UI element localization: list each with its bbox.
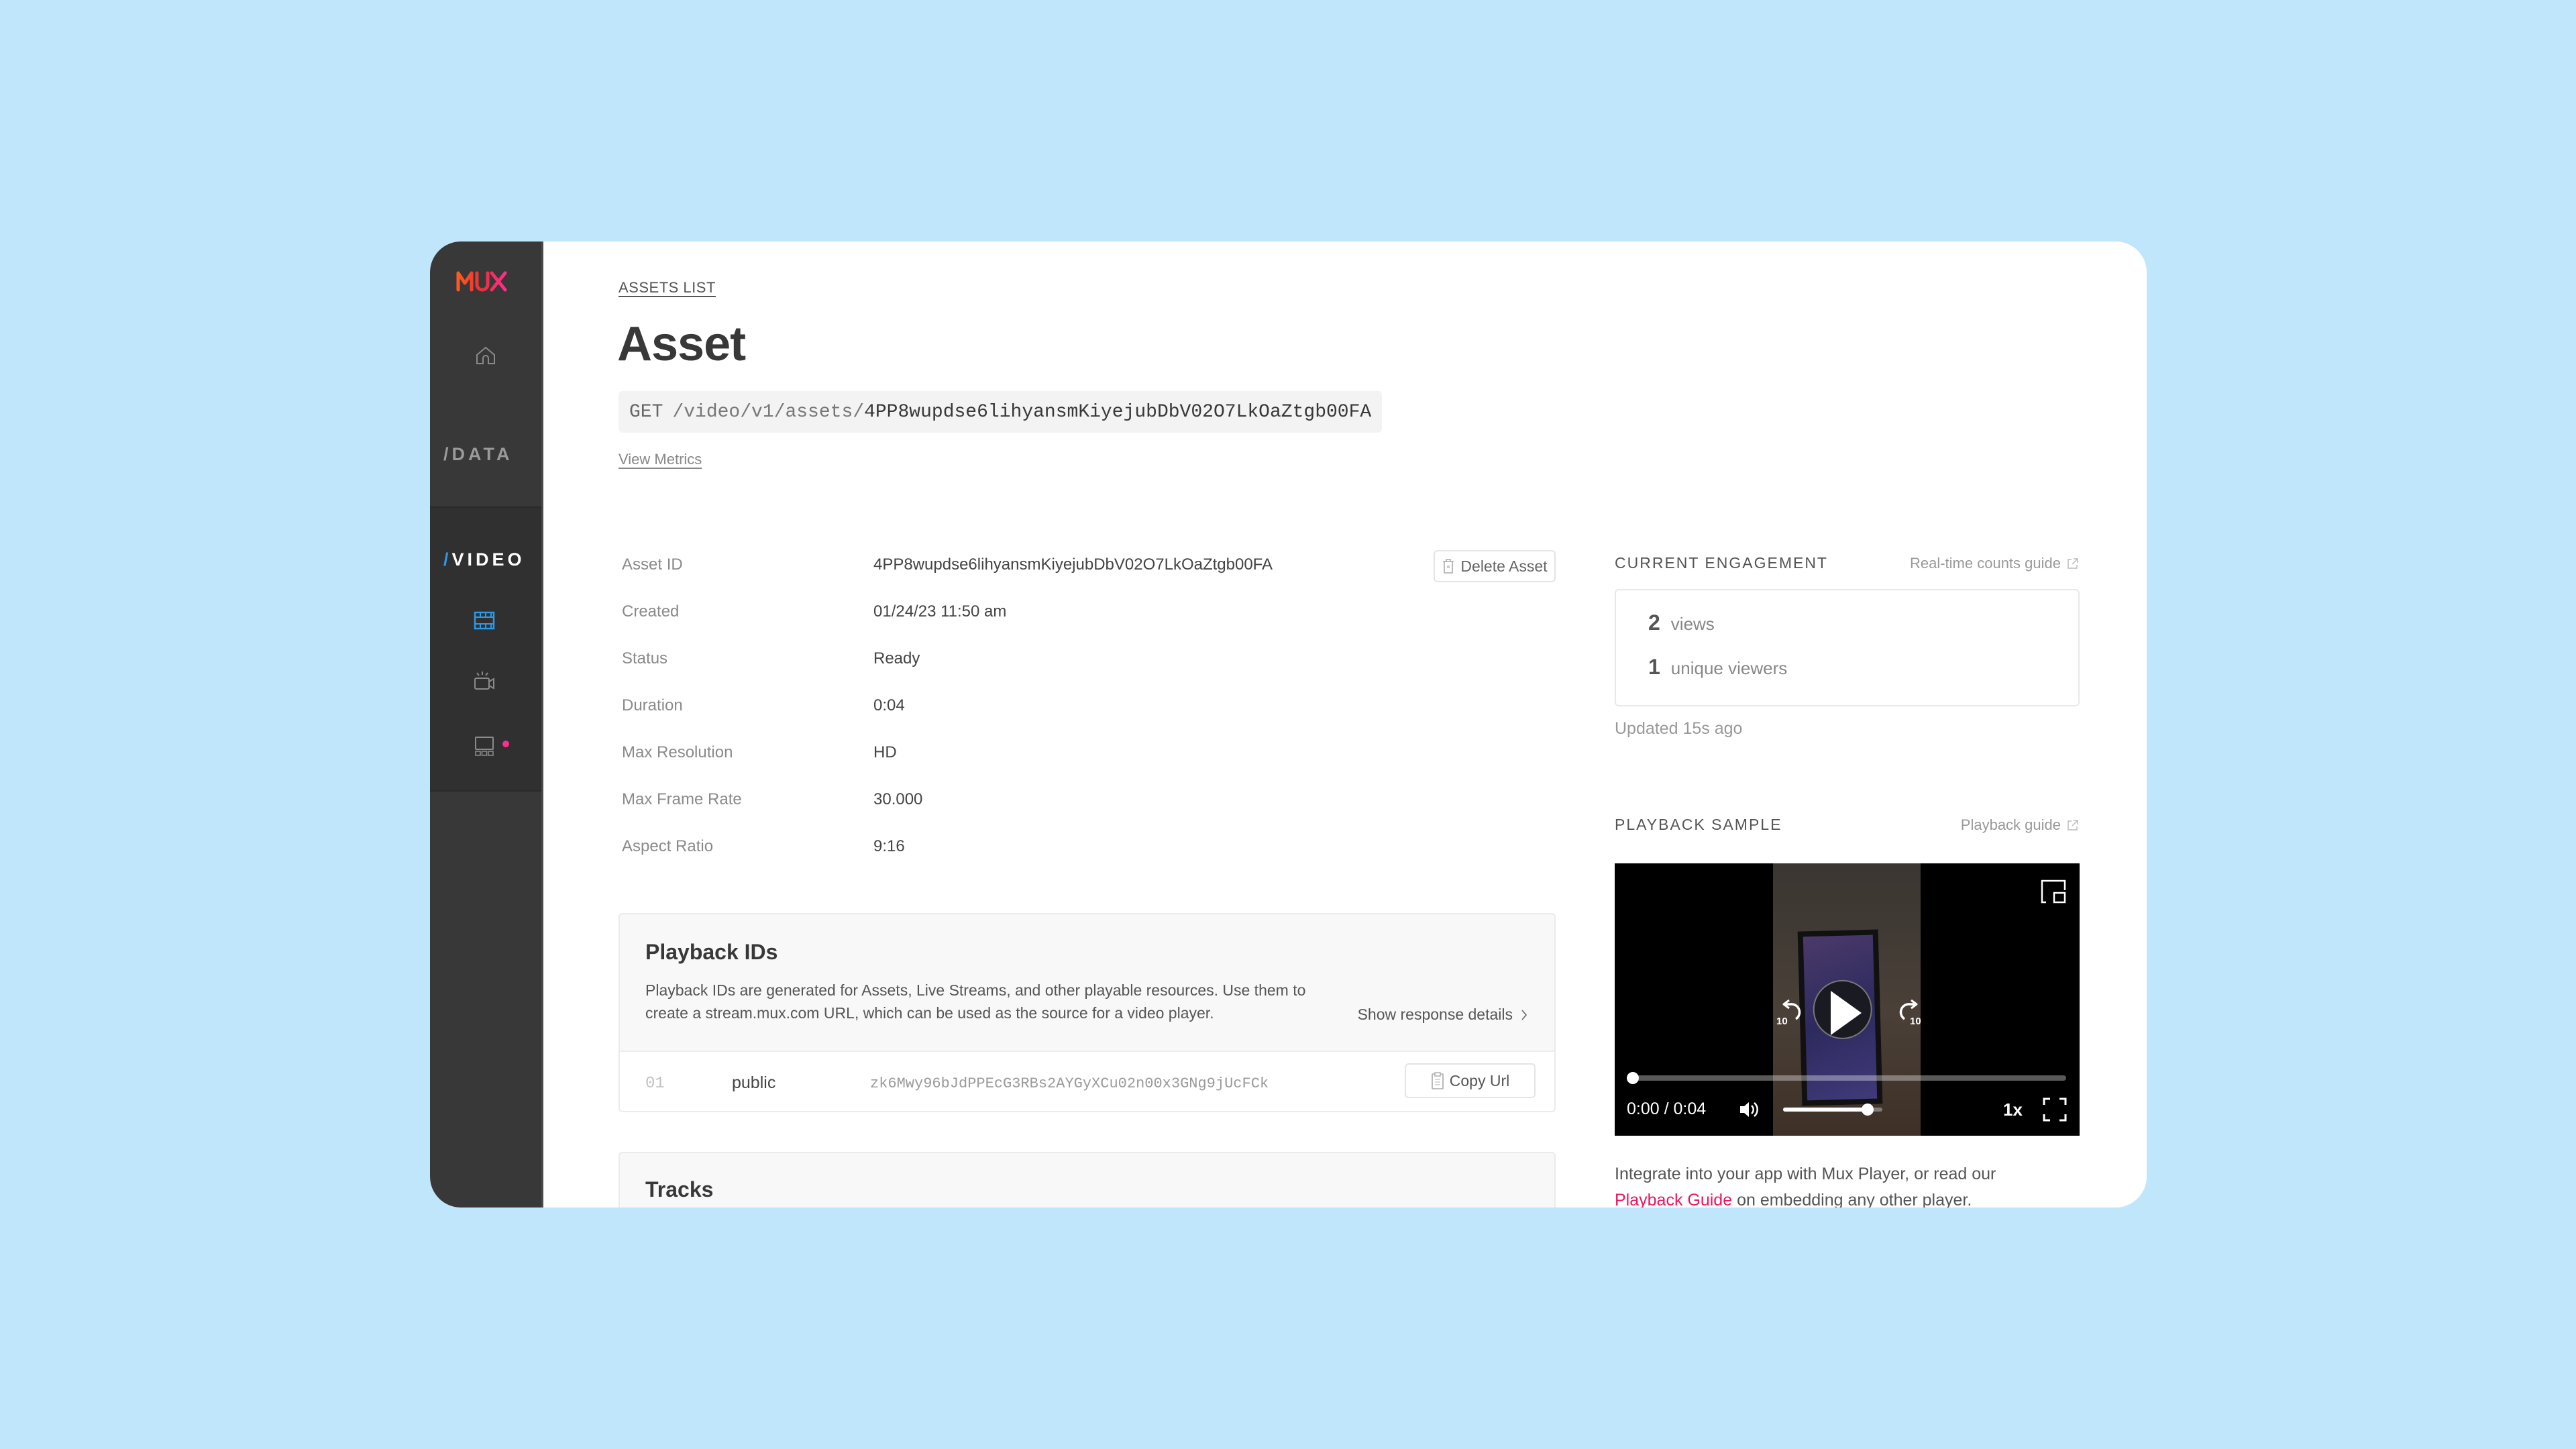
trash-icon	[1443, 559, 1454, 574]
playback-id-index: 01	[645, 1075, 665, 1093]
detail-value: 30.000	[873, 790, 923, 808]
svg-text:10: 10	[1776, 1016, 1788, 1027]
http-method: GET	[629, 401, 663, 423]
detail-label: Asset ID	[622, 555, 683, 574]
engagement-title: CURRENT ENGAGEMENT	[1615, 554, 1828, 572]
realtime-counts-guide-link[interactable]: Real-time counts guide	[1910, 555, 2080, 572]
seek-forward-icon[interactable]: 10	[1896, 995, 1925, 1030]
sidebar-section-video-label[interactable]: /VIDEO	[443, 549, 525, 570]
playback-rate-button[interactable]: 1x	[2003, 1099, 2023, 1120]
detail-row-created: Created 01/24/23 11:50 am	[622, 598, 1006, 625]
detail-label: Created	[622, 602, 680, 621]
api-endpoint: GET /video/v1/assets/ 4PP8wupdse6lihyans…	[619, 391, 1383, 433]
endpoint-path: /video/v1/assets/	[672, 401, 865, 423]
detail-row-status: Status Ready	[622, 645, 920, 672]
detail-value: HD	[873, 743, 897, 761]
playback-guide-link[interactable]: Playback guide	[1961, 816, 2080, 834]
view-metrics-link[interactable]: View Metrics	[619, 451, 702, 468]
detail-label: Status	[622, 649, 668, 667]
detail-label: Max Resolution	[622, 743, 733, 761]
film-icon[interactable]	[472, 608, 496, 633]
time-display: 0:00 / 0:04	[1627, 1099, 1707, 1118]
engagement-header: CURRENT ENGAGEMENT Real-time counts guid…	[1615, 554, 2080, 572]
detail-row-max-resolution: Max Resolution HD	[622, 739, 897, 766]
sidebar-section-video: /VIDEO	[430, 506, 541, 792]
views-stat: 2 views	[1648, 610, 1715, 635]
fullscreen-icon[interactable]	[2042, 1097, 2068, 1122]
detail-row-aspect-ratio: Aspect Ratio 9:16	[622, 833, 905, 860]
chevron-right-icon	[1521, 1009, 1527, 1020]
main-content: ASSETS LIST Asset GET /video/v1/assets/ …	[543, 241, 2147, 1208]
volume-icon[interactable]	[1737, 1097, 1762, 1122]
play-icon[interactable]	[1829, 989, 1863, 1036]
picture-in-picture-icon[interactable]	[2039, 878, 2068, 906]
volume-fill	[1783, 1108, 1868, 1112]
progress-bar[interactable]	[1627, 1072, 2066, 1084]
detail-label: Duration	[622, 696, 683, 714]
svg-text:10: 10	[1910, 1016, 1921, 1027]
delete-asset-button[interactable]: Delete Asset	[1434, 550, 1556, 582]
copy-url-button[interactable]: Copy Url	[1405, 1063, 1536, 1098]
detail-row-duration: Duration 0:04	[622, 692, 905, 719]
detail-label: Max Frame Rate	[622, 790, 742, 808]
seek-back-icon[interactable]: 10	[1776, 995, 1804, 1030]
playback-id-policy: public	[732, 1073, 776, 1092]
external-link-icon	[2068, 557, 2078, 569]
unique-viewers-count: 1	[1648, 655, 1660, 679]
unique-viewers-stat: 1 unique viewers	[1648, 655, 1787, 680]
playback-sample-header: PLAYBACK SAMPLE Playback guide	[1615, 816, 2080, 834]
detail-value: 01/24/23 11:50 am	[873, 602, 1007, 621]
views-count: 2	[1648, 610, 1660, 635]
mux-logo[interactable]	[455, 270, 508, 292]
show-response-details-link[interactable]: Show response details	[1358, 1006, 1527, 1024]
unique-viewers-label: unique viewers	[1670, 658, 1788, 678]
progress-thumb[interactable]	[1627, 1072, 1639, 1084]
views-label: views	[1670, 614, 1715, 634]
playback-ids-title: Playback IDs	[645, 940, 778, 964]
sidebar-section-data[interactable]: /DATA	[443, 444, 513, 465]
tracks-panel: Tracks	[619, 1152, 1556, 1208]
playback-id-value: zk6Mwy96bJdPPEcG3RBs2AYGyXCu02n00x3GNg9j…	[870, 1075, 1269, 1092]
notification-dot	[502, 741, 509, 747]
page-title: Asset	[617, 317, 746, 371]
playback-ids-description: Playback IDs are generated for Assets, L…	[645, 981, 1306, 1022]
playback-sample-title: PLAYBACK SAMPLE	[1615, 816, 1782, 833]
detail-value: 4PP8wupdse6lihyansmKiyejubDbV02O7LkOaZtg…	[873, 555, 1273, 574]
sidebar: /DATA /VIDEO	[430, 241, 543, 1208]
app-window: /DATA /VIDEO ASSETS LIST Asset GET /vide…	[430, 241, 2147, 1208]
integrate-note: Integrate into your app with Mux Player,…	[1615, 1161, 2080, 1208]
playback-ids-panel: Playback IDs Playback IDs are generated …	[619, 913, 1556, 1112]
playback-id-row: 01 public zk6Mwy96bJdPPEcG3RBs2AYGyXCu02…	[620, 1051, 1554, 1111]
updated-timestamp: Updated 15s ago	[1615, 719, 1743, 738]
detail-row-asset-id: Asset ID 4PP8wupdse6lihyansmKiyejubDbV02…	[622, 551, 1273, 578]
breadcrumb-assets-list[interactable]: ASSETS LIST	[619, 279, 716, 297]
tracks-title: Tracks	[645, 1177, 714, 1201]
volume-thumb[interactable]	[1861, 1104, 1874, 1116]
home-icon[interactable]	[474, 343, 498, 368]
detail-value: 9:16	[873, 837, 905, 855]
detail-row-max-frame-rate: Max Frame Rate 30.000	[622, 786, 922, 813]
live-camera-icon[interactable]	[472, 669, 496, 693]
engagement-stats: 2 views 1 unique viewers	[1615, 589, 2080, 706]
playback-guide-inline-link[interactable]: Playback Guide	[1615, 1191, 1732, 1208]
endpoint-asset-id: 4PP8wupdse6lihyansmKiyejubDbV02O7LkOaZtg…	[864, 401, 1372, 423]
detail-label: Aspect Ratio	[622, 837, 714, 855]
detail-value: Ready	[873, 649, 920, 667]
volume-slider[interactable]	[1783, 1104, 1882, 1116]
external-link-icon	[2068, 819, 2078, 830]
video-player[interactable]: 10 10 0:00 / 0:04 1x	[1615, 863, 2080, 1136]
player-icon[interactable]	[472, 734, 496, 758]
clipboard-icon	[1431, 1072, 1444, 1089]
detail-value: 0:04	[873, 696, 905, 714]
